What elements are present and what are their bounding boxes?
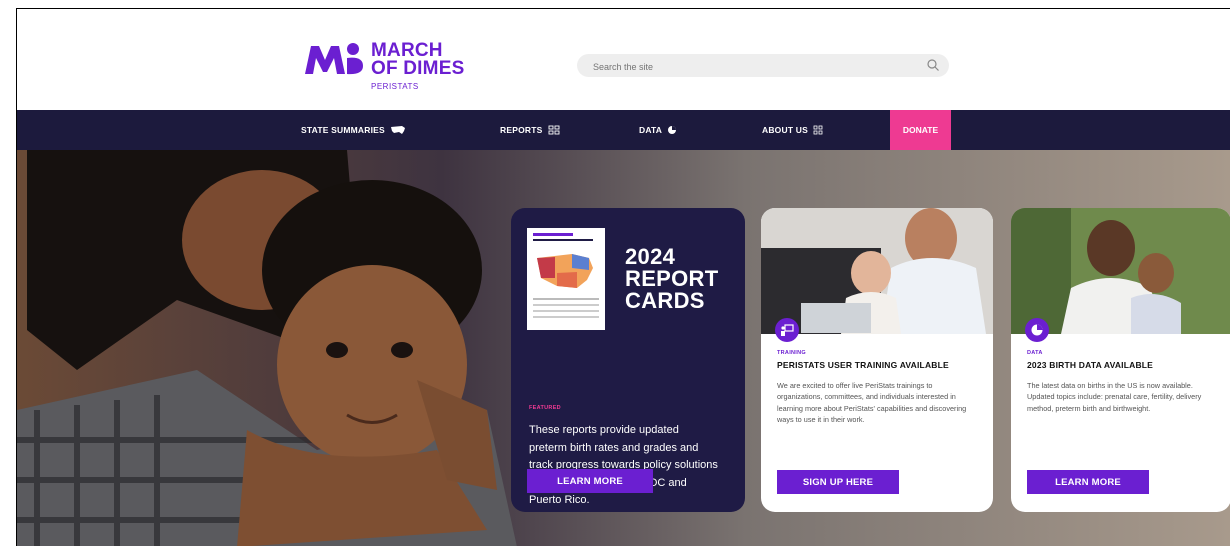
- birth-data-card: DATA 2023 BIRTH DATA AVAILABLE The lates…: [1011, 208, 1230, 512]
- data-icon-badge: [1025, 318, 1049, 342]
- pie-chart-icon: [1031, 324, 1043, 336]
- report-cards-title-line-1: 2024: [625, 244, 676, 269]
- report-card-thumbnail: [527, 228, 605, 330]
- logo-line-2: OF DIMES: [371, 58, 465, 79]
- nav-state-summaries-label: STATE SUMMARIES: [301, 125, 385, 135]
- birth-data-learn-more-button[interactable]: LEARN MORE: [1027, 470, 1149, 494]
- nav-about-us[interactable]: ABOUT US: [762, 110, 823, 150]
- search-bar[interactable]: [577, 54, 949, 77]
- report-cards-feature-card: 2024 REPORT CARDS FEATURED These reports…: [511, 208, 745, 512]
- search-input[interactable]: [591, 58, 895, 75]
- nav-reports[interactable]: REPORTS: [500, 110, 560, 150]
- nav-reports-label: REPORTS: [500, 125, 543, 135]
- training-card: TRAINING PERISTATS USER TRAINING AVAILAB…: [761, 208, 993, 512]
- info-icon: [813, 125, 823, 135]
- training-tag: TRAINING: [777, 350, 806, 356]
- report-cards-title-line-3: CARDS: [625, 288, 705, 313]
- main-nav: STATE SUMMARIES REPORTS DATA ABOUT US DO…: [17, 110, 1230, 150]
- training-photo: [761, 208, 993, 334]
- donate-button[interactable]: DONATE: [890, 110, 951, 150]
- report-cards-title-line-2: REPORT: [625, 266, 719, 291]
- birth-data-photo: [1011, 208, 1230, 334]
- training-description: We are excited to offer live PeriStats t…: [777, 381, 967, 424]
- report-cards-learn-more-button[interactable]: LEARN MORE: [527, 469, 653, 493]
- training-icon-badge: [775, 318, 799, 342]
- featured-tag: FEATURED: [529, 405, 561, 411]
- pie-chart-icon: [668, 126, 677, 134]
- birth-data-description: The latest data on births in the US is n…: [1027, 381, 1202, 413]
- training-title: PERISTATS USER TRAINING AVAILABLE: [777, 360, 949, 370]
- report-cards-description: These reports provide updated preterm bi…: [529, 424, 718, 506]
- logo-wordmark: MARCH OF DIMES: [371, 41, 465, 79]
- march-of-dimes-logo-mark: [305, 43, 363, 75]
- data-tag: DATA: [1027, 350, 1043, 356]
- logo-subtitle: PERISTATS: [371, 82, 419, 91]
- presentation-icon: [781, 324, 794, 336]
- reports-icon: [548, 125, 559, 135]
- report-cards-title: 2024 REPORT CARDS: [625, 246, 718, 312]
- us-map-icon: [390, 126, 405, 134]
- nav-data-label: DATA: [639, 125, 663, 135]
- birth-data-title: 2023 BIRTH DATA AVAILABLE: [1027, 360, 1154, 370]
- search-icon[interactable]: [926, 58, 940, 72]
- page-frame: MARCH OF DIMES PERISTATS STATE SUMMARIES…: [16, 8, 1230, 546]
- nav-state-summaries[interactable]: STATE SUMMARIES: [301, 110, 406, 150]
- nav-data[interactable]: DATA: [639, 110, 677, 150]
- sign-up-here-button[interactable]: SIGN UP HERE: [777, 470, 899, 494]
- hero-banner: 2024 REPORT CARDS FEATURED These reports…: [17, 150, 1230, 546]
- march-of-dimes-logo[interactable]: MARCH OF DIMES PERISTATS: [303, 41, 473, 102]
- site-header: MARCH OF DIMES PERISTATS: [17, 9, 1230, 109]
- nav-about-us-label: ABOUT US: [762, 125, 808, 135]
